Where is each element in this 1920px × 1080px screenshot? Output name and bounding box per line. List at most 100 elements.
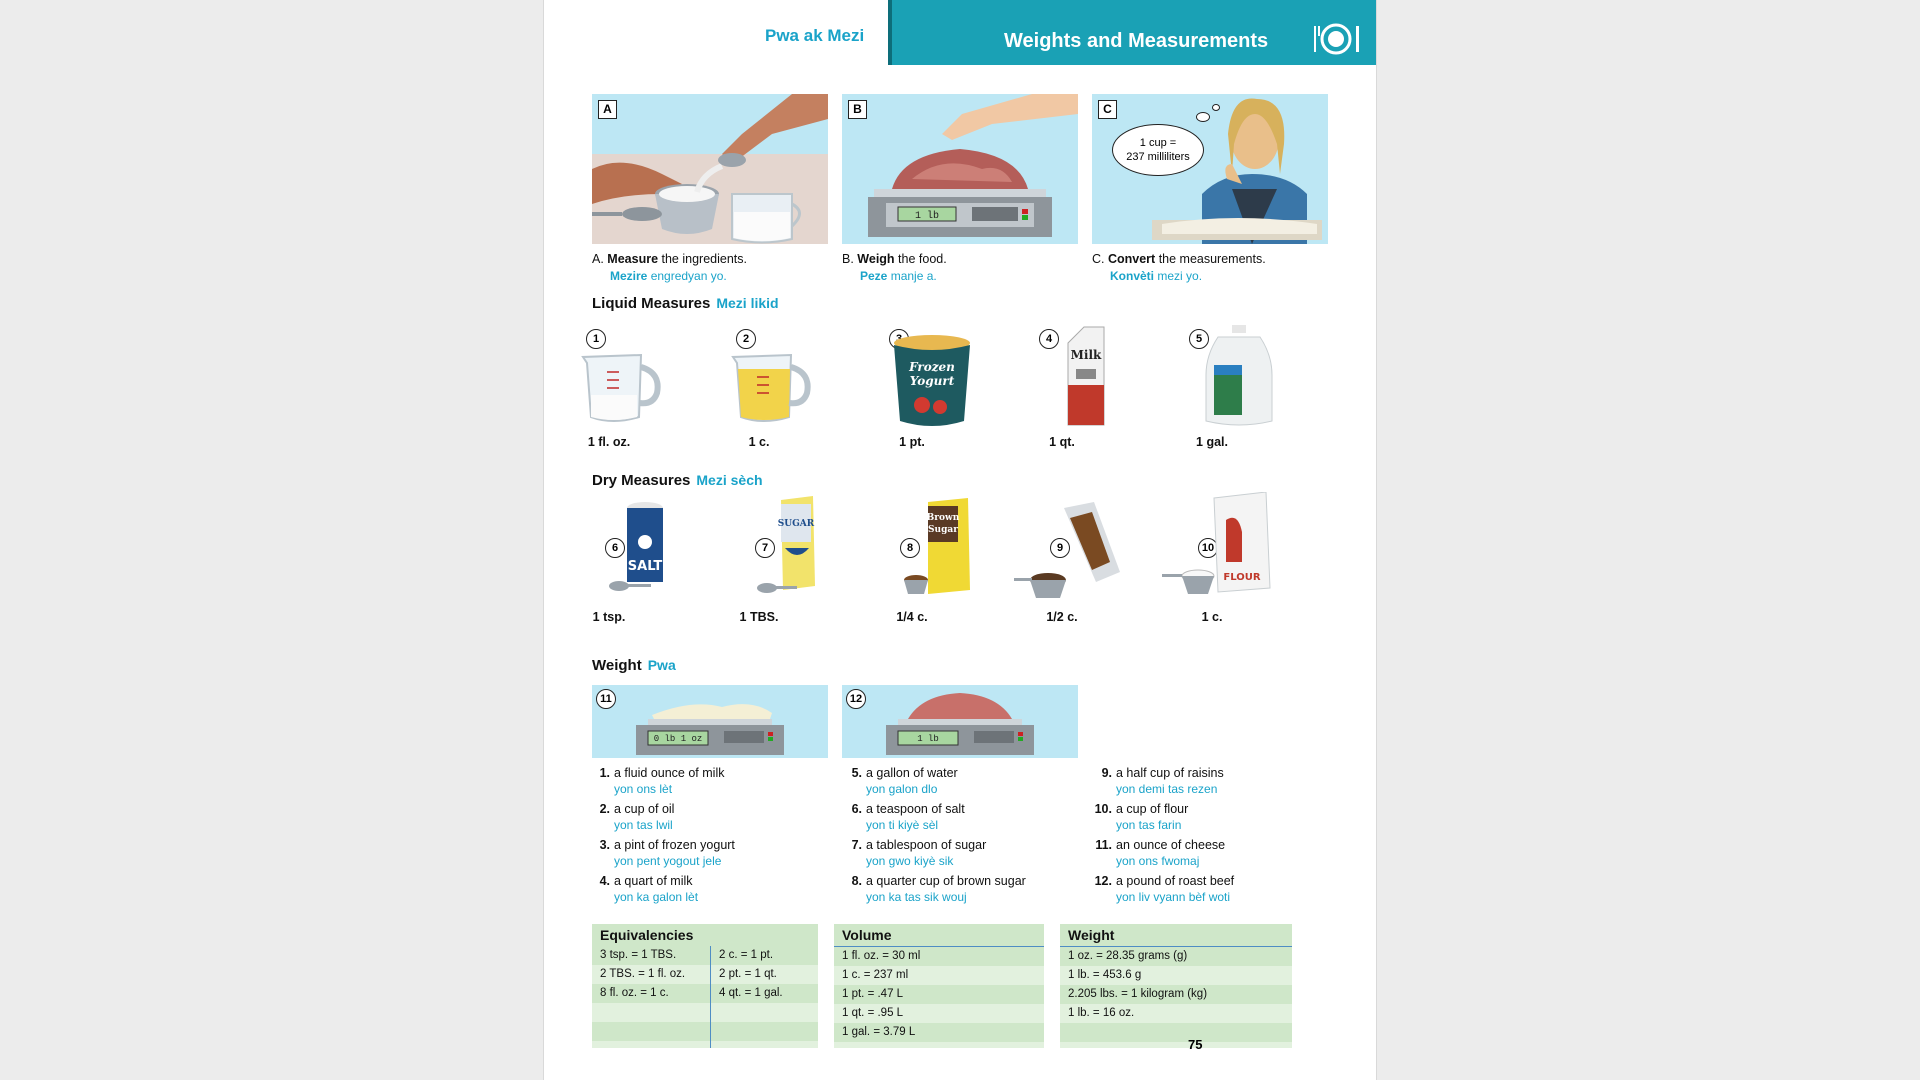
- vocab-english: a teaspoon of salt: [866, 802, 965, 816]
- sugar-box-icon: SUGAR: [757, 496, 815, 593]
- flour-bag-icon: FLOUR: [1162, 492, 1271, 594]
- table-row: 2.205 lbs. = 1 kilogram (kg): [1060, 985, 1292, 1004]
- caption-letter: C.: [1092, 252, 1108, 266]
- caption-translation: Konvèti mezi yo.: [1110, 269, 1266, 283]
- caption-a: A. Measure the ingredients. Mezire engre…: [592, 252, 747, 283]
- measuring-cup-oil-icon: [731, 353, 811, 422]
- caption-trans-verb: Peze: [860, 269, 888, 283]
- item-label: 1 gal.: [1196, 435, 1228, 449]
- scale-display: 1 lb: [917, 734, 939, 744]
- table-cell: 4 qt. = 1 gal.: [719, 987, 783, 999]
- vocab-number: 9.: [1101, 766, 1112, 780]
- vocab-number: 7.: [851, 838, 862, 852]
- item-3-pint-frozen-yogurt: 3 Frozen Yogurt 1 pt.: [852, 325, 972, 455]
- vocab-column-2: 5. a gallon of water yon galon dlo 6. a tea…: [844, 766, 1026, 910]
- item-label: 1 pt.: [899, 435, 925, 449]
- item-1-fluid-ounce: 1 1 fl. oz.: [549, 325, 669, 455]
- photo-scale-cheese: 0 lb 1 oz 11: [592, 685, 828, 758]
- vocab-item: 9. a half cup of raisins yon demi tas reze…: [1094, 766, 1234, 796]
- vocab-english: a pint of frozen yogurt: [614, 838, 735, 852]
- item-label: 1/4 c.: [896, 610, 928, 624]
- table-title: Weight: [1060, 924, 1292, 947]
- item-label: 1 TBS.: [739, 610, 779, 624]
- vocab-translation: yon liv vyann bèf woti: [1116, 890, 1231, 904]
- vocab-translation: yon tas lwil: [614, 818, 673, 832]
- vocab-english: a quarter cup of brown sugar: [866, 874, 1026, 888]
- caption-trans-rest: manje a.: [887, 269, 937, 283]
- vocab-item: 8. a quarter cup of brown sugar yon ka tas…: [844, 874, 1026, 904]
- bubble-line-2: 237 milliliters: [1126, 151, 1190, 163]
- scale-display: 1 lb: [915, 210, 939, 222]
- photo-letter: C: [1098, 100, 1117, 119]
- vocab-translation: yon tas farin: [1116, 818, 1182, 832]
- photo-weigh: 1 lb B: [842, 94, 1078, 244]
- vocab-number: 5.: [851, 766, 862, 780]
- section-title: Dry Measures: [592, 472, 691, 489]
- carton-text-1: Frozen: [908, 360, 955, 374]
- item-label: 1 c.: [748, 435, 770, 449]
- table-cell: [711, 1003, 818, 1022]
- vocab-translation: yon gwo kiyè sik: [866, 854, 954, 868]
- equivalencies-table: Equivalencies 3 tsp. = 1 TBS. 2 TBS. = 1…: [592, 924, 818, 1048]
- vocab-english: an ounce of cheese: [1116, 838, 1226, 852]
- table-column-right: 2 c. = 1 pt. 2 pt. = 1 qt. 4 qt. = 1 gal…: [711, 946, 818, 1041]
- table-title: Equivalencies: [592, 924, 818, 947]
- table-row: 1 lb. = 16 oz.: [1068, 1007, 1135, 1019]
- vocab-number: 3.: [599, 838, 610, 852]
- item-7-tablespoon-sugar: 7 SUGAR 1 TBS.: [699, 492, 819, 624]
- vocab-item: 12. a pound of roast beef yon liv vyann bè…: [1094, 874, 1235, 904]
- chapter-title-haitian: Pwa ak Mezi: [765, 26, 865, 45]
- weight-table: Weight 1 oz. = 28.35 grams (g) 1 lb. = 4…: [1060, 924, 1292, 1048]
- brown-sugar-label-2: Sugar: [928, 525, 958, 535]
- vocab-english: a cup of flour: [1116, 802, 1189, 816]
- item-number: 2: [736, 329, 756, 349]
- item-label: 1 fl. oz.: [587, 435, 631, 449]
- section-translation: Mezi likid: [716, 295, 779, 311]
- item-5-gallon-water: 5 1 gal.: [1152, 325, 1273, 455]
- textbook-page: Pwa ak Mezi Weights and Measurements A A…: [544, 0, 1376, 1080]
- vocab-translation: yon demi tas rezen: [1116, 782, 1218, 796]
- vocab-number: 6.: [851, 802, 862, 816]
- vocab-english: a fluid ounce of milk: [614, 766, 725, 780]
- vocab-item: 11. an ounce of cheese yon ons fwomaj: [1094, 838, 1234, 868]
- thought-dot: [1196, 112, 1210, 122]
- section-title: Liquid Measures: [592, 295, 711, 312]
- photo-measure: A: [592, 94, 828, 244]
- photo-letter: A: [598, 100, 617, 119]
- carton-text-2: Yogurt: [910, 374, 955, 388]
- caption-rest: the food.: [894, 252, 947, 266]
- vocab-item: 1. a fluid ounce of milk yon ons lèt: [592, 766, 735, 796]
- table-row: 1 lb. = 453.6 g: [1068, 969, 1142, 981]
- table-row: 1 gal. = 3.79 L: [834, 1023, 1044, 1042]
- table-row: [1060, 1023, 1292, 1042]
- table-row: 1 qt. = .95 L: [842, 1007, 904, 1019]
- brown-sugar-box-icon: Brown Sugar: [904, 498, 970, 594]
- caption-trans-rest: engredyan yo.: [647, 269, 727, 283]
- vocab-translation: yon ons lèt: [614, 782, 673, 796]
- plate-utensils-icon: [1314, 23, 1359, 55]
- table-cell: 2 TBS. = 1 fl. oz.: [600, 968, 686, 980]
- vocab-english: a gallon of water: [866, 766, 958, 780]
- table-row: 1 fl. oz. = 30 ml: [834, 947, 1044, 966]
- frozen-yogurt-carton-icon: Frozen Yogurt: [894, 335, 970, 426]
- milk-label: Milk: [1071, 348, 1102, 362]
- caption-c: C. Convert the measurements. Konvèti mez…: [1092, 252, 1266, 283]
- table-cell: [592, 1003, 710, 1022]
- water-jug-icon: [1205, 325, 1273, 426]
- photo-convert: C 1 cup = 237 milliliters: [1092, 94, 1328, 244]
- vocab-translation: yon ti kiyè sèl: [866, 818, 939, 832]
- vocab-english: a pound of roast beef: [1116, 874, 1235, 888]
- photo-scale-roast-beef: 1 lb 12: [842, 685, 1078, 758]
- caption-translation: Mezire engredyan yo.: [610, 269, 747, 283]
- vocab-item: 6. a teaspoon of salt yon ti kiyè sèl: [844, 802, 1026, 832]
- thought-bubble: 1 cup = 237 milliliters: [1112, 124, 1204, 176]
- thought-dot-small: [1212, 104, 1220, 111]
- table-row: 1 c. = 237 ml: [842, 969, 909, 981]
- vocab-item: 5. a gallon of water yon galon dlo: [844, 766, 1026, 796]
- salt-label: SALT: [628, 559, 663, 574]
- caption-rest: the ingredients.: [658, 252, 747, 266]
- item-10-cup-flour: 10 FLOUR 1 c.: [1152, 492, 1272, 624]
- page-title: Weights and Measurements: [1004, 30, 1269, 52]
- caption-verb: Measure: [607, 252, 659, 266]
- caption-translation: Peze manje a.: [860, 269, 947, 283]
